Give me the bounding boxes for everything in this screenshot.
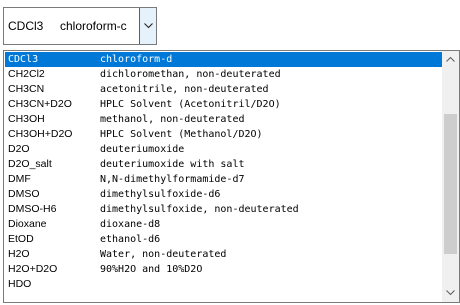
combo-selected-name: chloroform-c: [60, 19, 127, 33]
scroll-thumb[interactable]: [444, 114, 457, 254]
solvent-name: Water, non-deuterated: [100, 249, 227, 260]
chevron-up-icon: [446, 56, 455, 62]
solvent-code: HDO: [8, 278, 32, 290]
list-item[interactable]: CH3CN acetonitrile, non-deuterated: [5, 82, 443, 97]
list-item[interactable]: EtOD ethanol-d6: [5, 232, 443, 247]
list-item[interactable]: HDO: [5, 277, 443, 292]
combo-selected-code: CDCl3: [8, 19, 44, 33]
list-item[interactable]: H2O+D2O 90%H2O and 10%D2O: [5, 262, 443, 277]
solvent-code: H2O: [8, 248, 30, 260]
chevron-down-icon: [446, 290, 455, 296]
list-item[interactable]: Dioxane dioxane-d8: [5, 217, 443, 232]
solvent-code: DMSO-H6: [8, 203, 57, 215]
list-item[interactable]: CH2Cl2 dichloromethan, non-deuterated: [5, 67, 443, 82]
solvent-combobox[interactable]: CDCl3 chloroform-c: [3, 7, 157, 45]
solvent-code: CH3OH: [8, 113, 45, 125]
list-item[interactable]: DMF N,N-dimethylformamide-d7: [5, 172, 443, 187]
solvent-list: CDCl3 chloroform-d CH2Cl2 dichloromethan, n…: [5, 52, 443, 292]
list-item[interactable]: CH3OH+D2O HPLC Solvent (Methanol/D2O): [5, 127, 443, 142]
solvent-name: chloroform-d: [100, 54, 173, 65]
solvent-code: DMF: [8, 173, 31, 185]
solvent-code: CH3OH+D2O: [8, 128, 73, 140]
chevron-down-icon: [144, 23, 153, 29]
solvent-code: EtOD: [8, 233, 34, 245]
list-item[interactable]: DMSO-H6 dimethylsulfoxide, non-deuterated: [5, 202, 443, 217]
solvent-name: dichloromethan, non-deuterated: [100, 69, 281, 80]
list-item[interactable]: DMSO dimethylsulfoxide-d6: [5, 187, 443, 202]
solvent-name: dimethylsulfoxide, non-deuterated: [100, 204, 299, 215]
solvent-name: deuteriumoxide: [100, 144, 185, 155]
list-item[interactable]: D2O deuteriumoxide: [5, 142, 443, 157]
solvent-name: acetonitrile, non-deuterated: [100, 84, 269, 95]
solvent-dropdown-list[interactable]: CDCl3 chloroform-d CH2Cl2 dichloromethan, n…: [3, 50, 460, 303]
combo-selected-value: CDCl3 chloroform-c: [8, 19, 127, 33]
solvent-name: ethanol-d6: [100, 234, 161, 245]
list-item[interactable]: CH3CN+D2O HPLC Solvent (Acetonitril/D2O): [5, 97, 443, 112]
solvent-name: deuteriumoxide with salt: [100, 159, 245, 170]
list-item[interactable]: CH3OH methanol, non-deuterated: [5, 112, 443, 127]
solvent-name: HPLC Solvent (Acetonitril/D2O): [100, 99, 281, 110]
solvent-name: HPLC Solvent (Methanol/D2O): [100, 129, 263, 140]
solvent-code: CH2Cl2: [8, 68, 45, 80]
list-item[interactable]: H2O Water, non-deuterated: [5, 247, 443, 262]
solvent-code: H2O+D2O: [8, 263, 58, 275]
solvent-code: CDCl3: [8, 54, 39, 65]
solvent-name: dimethylsulfoxide-d6: [100, 189, 221, 200]
solvent-code: CH3CN: [8, 83, 45, 95]
solvent-name: methanol, non-deuterated: [100, 114, 245, 125]
solvent-code: DMSO: [8, 188, 40, 200]
solvent-name: dioxane-d8: [100, 219, 161, 230]
scroll-down-button[interactable]: [442, 285, 459, 302]
vertical-scrollbar[interactable]: [442, 51, 459, 302]
solvent-code: D2O: [8, 143, 30, 155]
solvent-name: 90%H2O and 10%D2O: [100, 264, 203, 275]
combo-dropdown-button[interactable]: [139, 8, 156, 44]
solvent-name: N,N-dimethylformamide-d7: [100, 174, 245, 185]
list-item[interactable]: D2O_salt deuteriumoxide with salt: [5, 157, 443, 172]
list-item[interactable]: CDCl3 chloroform-d: [5, 52, 443, 67]
solvent-code: D2O_salt: [8, 158, 52, 170]
solvent-code: CH3CN+D2O: [8, 98, 72, 110]
solvent-code: Dioxane: [8, 218, 47, 230]
scroll-up-button[interactable]: [442, 51, 459, 68]
